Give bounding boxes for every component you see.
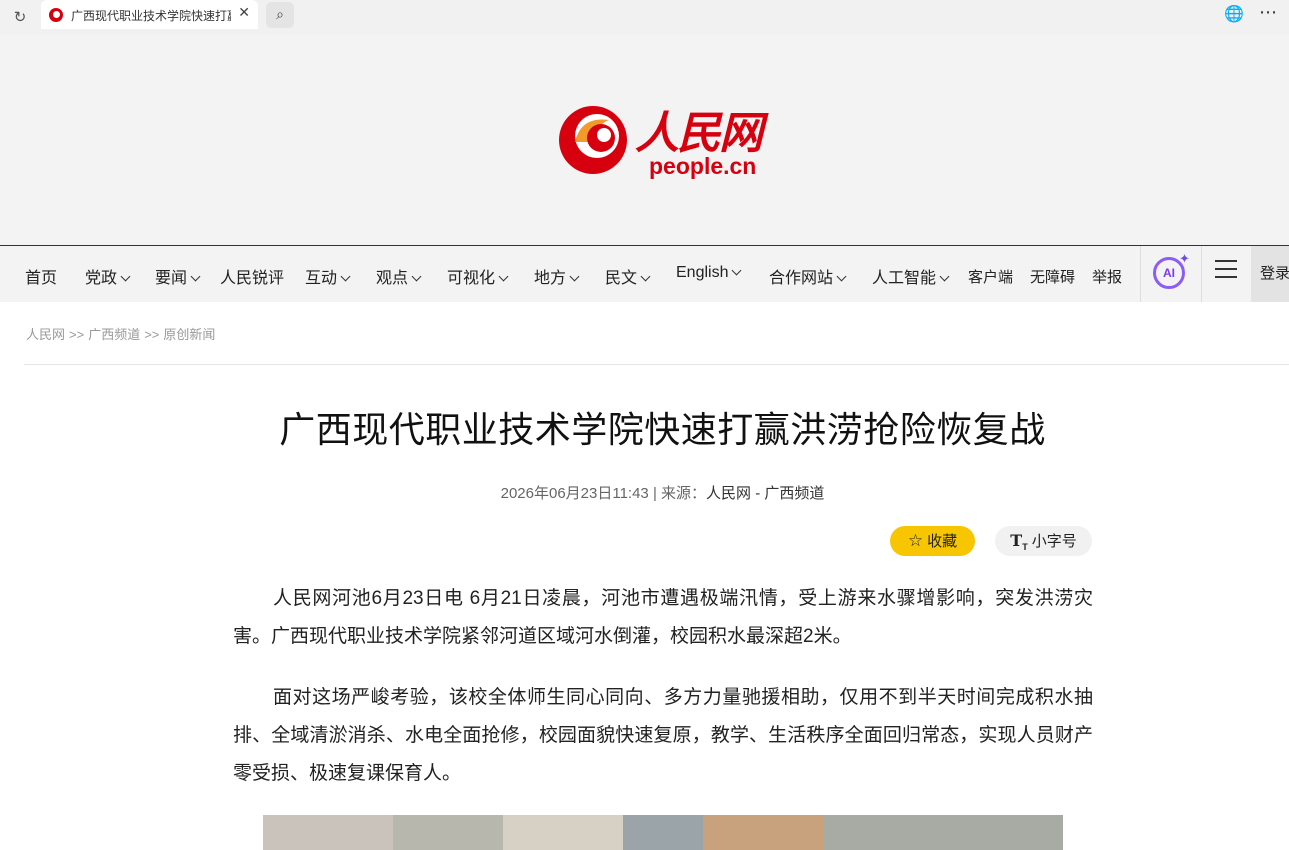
star-icon: ☆ bbox=[907, 531, 924, 550]
reload-icon[interactable]: ↻ bbox=[9, 6, 31, 28]
meta-divider: | bbox=[652, 485, 657, 502]
favorite-label: 收藏 bbox=[927, 533, 958, 550]
font-size-icon-small: T bbox=[1022, 542, 1028, 552]
login-button[interactable]: 登录 bbox=[1251, 246, 1289, 302]
article-paragraph: 面对这场严峻考验，该校全体师生同心同向、多方力量驰援相助，仅用不到半天时间完成积… bbox=[233, 687, 1093, 784]
nav-item-commentary[interactable]: 人民锐评 bbox=[220, 264, 284, 288]
font-size-button[interactable]: TT 小字号 bbox=[995, 526, 1092, 556]
nav-label: 合作网站 bbox=[769, 270, 834, 287]
article-meta: 2026年06月23日11:43 | 来源：人民网 - 广西频道 bbox=[0, 482, 1289, 503]
nav-item-home[interactable]: 首页 bbox=[25, 264, 57, 288]
chevron-down-icon bbox=[411, 271, 422, 282]
nav-label: 首页 bbox=[25, 270, 58, 287]
chevron-down-icon bbox=[836, 271, 847, 282]
chevron-down-icon bbox=[569, 271, 580, 282]
nav-report-link[interactable]: 举报 bbox=[1092, 266, 1122, 287]
nav-label: 要闻 bbox=[155, 270, 188, 287]
nav-label: 人民锐评 bbox=[220, 270, 285, 287]
breadcrumb: 人民网 >> 广西频道 >> 原创新闻 bbox=[26, 324, 215, 343]
nav-item-politics[interactable]: 党政 bbox=[85, 264, 131, 288]
breadcrumb-separator: >> bbox=[144, 327, 160, 342]
ai-assistant-button[interactable]: AI ✦ bbox=[1140, 246, 1202, 302]
more-menu-icon[interactable]: ⋯ bbox=[1259, 2, 1278, 23]
nav-item-ai[interactable]: 人工智能 bbox=[872, 264, 950, 288]
sparkle-icon: ✦ bbox=[1179, 252, 1190, 267]
nav-item-opinion[interactable]: 观点 bbox=[376, 264, 422, 288]
nav-label: 民文 bbox=[605, 270, 638, 287]
nav-label: 观点 bbox=[376, 270, 409, 287]
tab-title: 广西现代职业技术学院快速打赢洪涝抢险恢复战 bbox=[71, 9, 231, 23]
nav-label: 人工智能 bbox=[872, 270, 937, 287]
nav-label: 互动 bbox=[305, 270, 338, 287]
breadcrumb-section-link[interactable]: 原创新闻 bbox=[163, 327, 215, 342]
chevron-down-icon bbox=[340, 271, 351, 282]
logo-swirl-icon bbox=[559, 106, 627, 174]
logo-english-text: people.cn bbox=[649, 153, 757, 179]
article-title: 广西现代职业技术学院快速打赢洪涝抢险恢复战 bbox=[279, 409, 1046, 450]
nav-item-interaction[interactable]: 互动 bbox=[305, 264, 351, 288]
favorite-button[interactable]: ☆ 收藏 bbox=[890, 526, 975, 556]
nav-item-local[interactable]: 地方 bbox=[534, 264, 580, 288]
chevron-down-icon bbox=[939, 271, 950, 282]
site-favicon-icon bbox=[49, 8, 63, 22]
nav-item-partners[interactable]: 合作网站 bbox=[769, 264, 847, 288]
chevron-down-icon bbox=[120, 271, 131, 282]
nav-item-visual[interactable]: 可视化 bbox=[447, 264, 509, 288]
article-source-link[interactable]: 人民网 - 广西频道 bbox=[706, 485, 824, 502]
nav-label: 党政 bbox=[85, 270, 118, 287]
breadcrumb-channel-link[interactable]: 广西频道 bbox=[88, 327, 140, 342]
chevron-down-icon bbox=[498, 271, 509, 282]
chevron-down-icon bbox=[732, 265, 742, 276]
article-paragraph: 人民网河池6月23日电 6月21日凌晨，河池市遭遇极端汛情，受上游来水骤增影响，… bbox=[233, 588, 1093, 647]
masthead: 人民网 people.cn bbox=[0, 35, 1289, 246]
nav-item-headlines[interactable]: 要闻 bbox=[155, 264, 201, 288]
breadcrumb-separator: >> bbox=[69, 327, 85, 342]
site-logo[interactable]: 人民网 people.cn bbox=[557, 97, 772, 182]
tab-close-icon[interactable]: ✕ bbox=[238, 5, 250, 21]
breadcrumb-home-link[interactable]: 人民网 bbox=[26, 327, 65, 342]
article-datetime: 2026年06月23日11:43 bbox=[500, 485, 649, 502]
hamburger-menu-icon[interactable] bbox=[1215, 260, 1237, 284]
browser-toolbar: ↻ 广西现代职业技术学院快速打赢洪涝抢险恢复战 ✕ ⌕ 🌐 ⋯ bbox=[0, 0, 1289, 35]
nav-label: English bbox=[676, 264, 729, 281]
nav-accessibility-link[interactable]: 无障碍 bbox=[1030, 266, 1075, 287]
nav-label: 地方 bbox=[534, 270, 567, 287]
nav-label: 可视化 bbox=[447, 270, 496, 287]
source-label: 来源： bbox=[661, 485, 707, 502]
chevron-down-icon bbox=[640, 271, 651, 282]
main-nav: 首页 党政 要闻 人民锐评 互动 观点 可视化 地方 民文 English 合作… bbox=[0, 246, 1289, 302]
font-size-label: 小字号 bbox=[1031, 533, 1077, 550]
nav-item-english[interactable]: English bbox=[676, 264, 742, 282]
globe-icon[interactable]: 🌐 bbox=[1224, 4, 1244, 23]
chevron-down-icon bbox=[190, 271, 201, 282]
font-size-icon: T bbox=[1010, 531, 1023, 550]
article-photo bbox=[263, 815, 1063, 850]
logo-chinese-text: 人民网 bbox=[635, 108, 763, 159]
divider bbox=[24, 364, 1289, 365]
nav-client-link[interactable]: 客户端 bbox=[968, 266, 1013, 287]
tab-search-icon[interactable]: ⌕ bbox=[266, 2, 294, 28]
browser-tab[interactable]: 广西现代职业技术学院快速打赢洪涝抢险恢复战 ✕ bbox=[41, 0, 258, 29]
nav-item-ethnic[interactable]: 民文 bbox=[605, 264, 651, 288]
